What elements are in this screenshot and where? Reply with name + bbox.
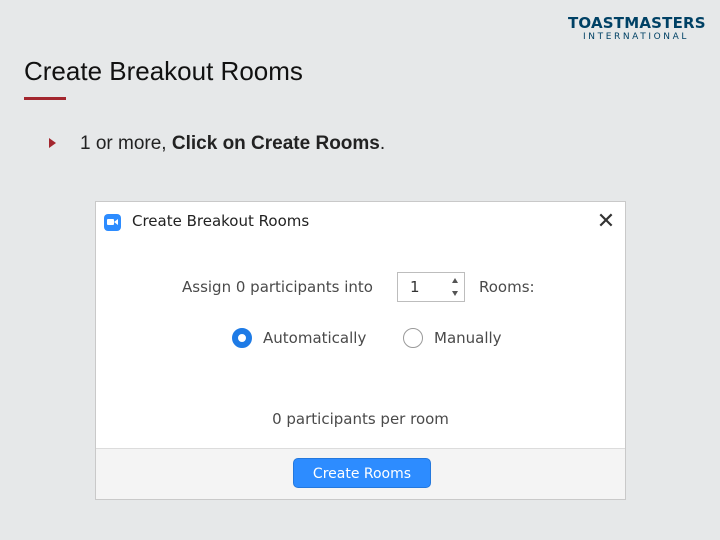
zoom-app-icon	[104, 214, 121, 231]
slide-title: Create Breakout Rooms	[24, 56, 303, 86]
logo-subtitle: INTERNATIONAL	[583, 32, 689, 42]
participants-per-room: 0 participants per room	[272, 410, 449, 428]
bullet-prefix: 1 or more,	[80, 133, 172, 154]
dialog-title: Create Breakout Rooms	[132, 212, 310, 230]
radio-manually-label[interactable]: Manually	[434, 329, 502, 347]
bullet-triangle-icon	[49, 138, 56, 148]
assign-label: Assign 0 participants into	[182, 278, 373, 296]
create-breakout-rooms-dialog: Create Breakout Rooms ✕ Assign 0 partici…	[95, 201, 626, 500]
rooms-label: Rooms:	[479, 278, 535, 296]
create-rooms-button[interactable]: Create Rooms	[293, 458, 431, 488]
radio-automatically-button[interactable]	[232, 328, 252, 348]
bullet-bold: Click on Create Rooms	[171, 133, 380, 154]
bullet-suffix: .	[379, 133, 386, 154]
radio-manually-button[interactable]	[403, 328, 423, 348]
rooms-stepper[interactable]: 1	[397, 272, 465, 302]
title-underline	[24, 97, 66, 100]
stepper-up-icon[interactable]	[452, 278, 458, 283]
dialog-footer: Create Rooms	[96, 448, 625, 499]
dialog-titlebar: Create Breakout Rooms ✕	[96, 202, 625, 240]
logo-wordmark: TOASTMASTERS	[568, 14, 706, 32]
bullet-text: 1 or more, Click on Create Rooms.	[80, 132, 385, 156]
stepper-down-icon[interactable]	[452, 291, 458, 296]
rooms-stepper-value[interactable]: 1	[410, 278, 420, 296]
toastmasters-logo: TOASTMASTERS INTERNATIONAL	[568, 14, 706, 42]
close-icon[interactable]: ✕	[594, 209, 618, 233]
radio-automatically-label[interactable]: Automatically	[263, 329, 366, 347]
